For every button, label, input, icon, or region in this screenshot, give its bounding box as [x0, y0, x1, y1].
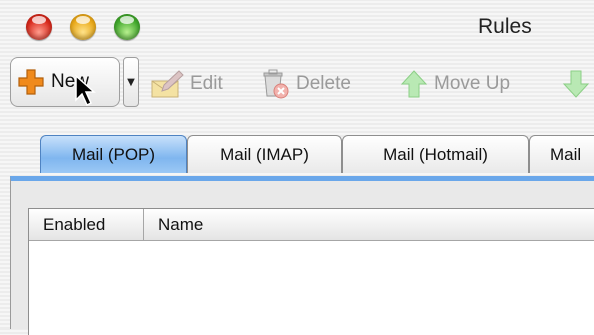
move-up-button-label: Move Up — [434, 73, 511, 94]
delete-button[interactable]: Delete — [260, 69, 351, 99]
mouse-pointer-icon — [75, 74, 96, 107]
rules-table[interactable]: Enabled Name — [28, 208, 594, 335]
tab-mail-hotmail[interactable]: Mail (Hotmail) — [342, 135, 529, 173]
new-button[interactable]: New — [10, 57, 120, 107]
close-window-button[interactable] — [26, 14, 52, 40]
tab-mail-other[interactable]: Mail — [529, 135, 594, 173]
plus-icon — [18, 69, 44, 95]
arrow-up-icon — [400, 70, 428, 98]
move-down-button[interactable] — [562, 70, 594, 98]
account-tabs: Mail (POP) Mail (IMAP) Mail (Hotmail) Ma… — [0, 133, 594, 177]
zoom-window-button[interactable] — [114, 14, 140, 40]
arrow-down-icon — [562, 70, 590, 98]
tab-mail-pop[interactable]: Mail (POP) — [40, 135, 187, 173]
table-header: Enabled Name — [29, 209, 594, 241]
title-bar: Rules — [0, 0, 594, 58]
move-up-button[interactable]: Move Up — [400, 70, 510, 98]
trash-icon — [263, 69, 289, 99]
column-header-name[interactable]: Name — [144, 209, 544, 240]
edit-button[interactable]: Edit — [150, 70, 223, 98]
minimize-window-button[interactable] — [70, 14, 96, 40]
new-menu-dropdown-button[interactable]: ▼ — [123, 57, 139, 107]
triangle-down-icon: ▼ — [127, 76, 135, 88]
edit-pencil-icon — [151, 70, 184, 98]
tab-content-pane: Enabled Name — [10, 176, 594, 335]
edit-button-label: Edit — [190, 73, 223, 94]
column-header-enabled[interactable]: Enabled — [29, 209, 144, 240]
window-title: Rules — [478, 15, 532, 38]
tab-mail-imap[interactable]: Mail (IMAP) — [187, 135, 342, 173]
delete-button-label: Delete — [296, 73, 351, 94]
